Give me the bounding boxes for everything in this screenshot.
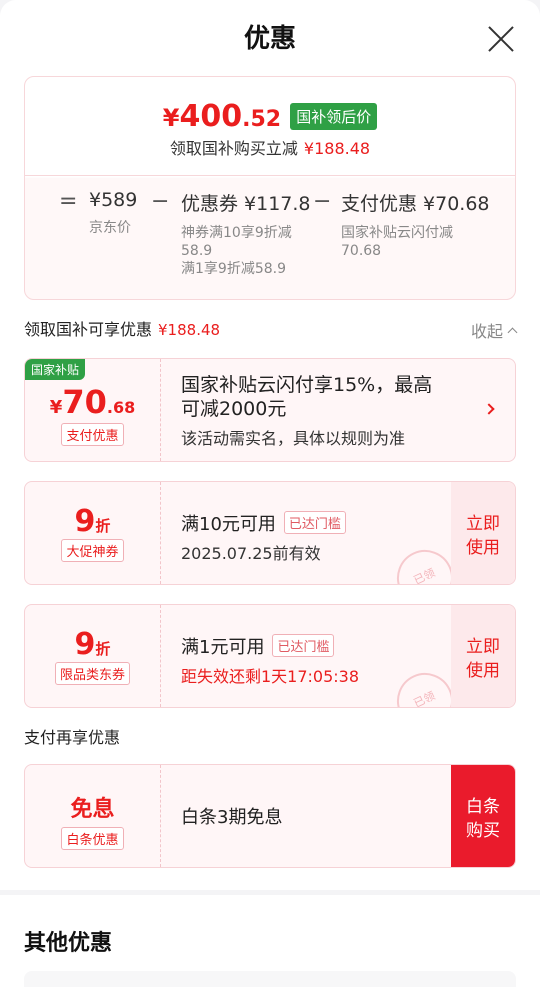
subsidy-note: 该活动需实名，具体以规则为准 bbox=[181, 429, 406, 448]
jd-price: ¥589 bbox=[89, 189, 138, 211]
savings-row: 领取国补购买立减 ¥188.48 bbox=[169, 139, 371, 158]
savings-amount: ¥188.48 bbox=[303, 139, 371, 158]
baitiao-buy-button[interactable]: 白条 购买 bbox=[451, 765, 515, 867]
minus-sign: − bbox=[313, 189, 332, 214]
coupon-type-pill: 限品类东券 bbox=[54, 662, 130, 685]
other-discounts-section: 其他优惠 bbox=[0, 895, 540, 987]
threshold-reached-badge: 已达门槛 bbox=[283, 511, 346, 534]
baitiao-pill: 白条优惠 bbox=[61, 827, 124, 850]
subsidy-desc: 国家补贴云闪付享15%，最高 可减2000元 bbox=[181, 374, 433, 420]
coupon-card-category: 9折 限品类东券 满1元可用 已达门槛 距失效还剩1天17:05:38 已领 立即… bbox=[24, 604, 516, 708]
section-pay-label: 支付再享优惠 bbox=[24, 728, 121, 747]
sheet-header: 优惠 bbox=[0, 18, 540, 60]
price-formula: = ¥589 京东价 − 优惠券 ¥117.8 神券满10享9折减 58.9 满1享… bbox=[25, 189, 515, 299]
use-now-button[interactable]: 立即 使用 bbox=[451, 605, 515, 707]
jd-price-label: 京东价 bbox=[89, 220, 131, 236]
baitiao-card: 免息 白条优惠 白条3期免息 白条 购买 bbox=[24, 764, 516, 868]
interest-free-label: 免息 bbox=[70, 797, 115, 822]
section-subsidy-label: 领取国补可享优惠 ¥188.48 bbox=[24, 320, 221, 339]
pay-discount-total: 支付优惠 ¥70.68 bbox=[341, 193, 490, 215]
discount-sheet: 优惠 ¥400.52 国补领后价 领取国补购买立减 ¥188.48 = ¥589 … bbox=[0, 0, 540, 890]
chevron-up-icon bbox=[507, 327, 518, 338]
coupon-type-pill: 大促神券 bbox=[61, 539, 124, 562]
subsidy-card[interactable]: 国家补贴 ¥70.68 支付优惠 国家补贴云闪付享15%，最高 可减2000元 该… bbox=[24, 358, 516, 462]
equals-sign: = bbox=[59, 189, 78, 214]
use-now-button[interactable]: 立即 使用 bbox=[451, 482, 515, 584]
close-icon[interactable] bbox=[486, 24, 516, 54]
other-discounts-card bbox=[24, 971, 516, 987]
minus-sign: − bbox=[151, 189, 170, 214]
price-summary: ¥400.52 国补领后价 领取国补购买立减 ¥188.48 = ¥589 京东价… bbox=[24, 76, 516, 300]
subsidy-price-tag: 国补领后价 bbox=[290, 103, 378, 130]
threshold-reached-badge: 已达门槛 bbox=[272, 634, 335, 657]
coupon-threshold: 满1元可用 bbox=[181, 637, 265, 658]
subsidy-amount: ¥70.68 bbox=[49, 383, 136, 421]
pay-discount-pill: 支付优惠 bbox=[61, 423, 124, 446]
collapse-button[interactable]: 收起 bbox=[471, 318, 518, 342]
sheet-title: 优惠 bbox=[243, 24, 296, 54]
pay-col: 支付优惠 ¥70.68 国家补贴云闪付减 70.68 bbox=[341, 189, 490, 260]
final-price: ¥400.52 bbox=[162, 99, 282, 134]
coupon-total: 优惠券 ¥117.8 bbox=[181, 193, 311, 215]
other-discounts-title: 其他优惠 bbox=[24, 931, 113, 956]
coupon-threshold: 满10元可用 bbox=[181, 514, 276, 535]
final-price-row: ¥400.52 国补领后价 bbox=[25, 99, 515, 134]
divider bbox=[25, 175, 515, 176]
coupon-col: 优惠券 ¥117.8 神券满10享9折减 58.9 满1享9折减58.9 bbox=[181, 189, 311, 278]
jd-price-col: ¥589 京东价 bbox=[89, 189, 137, 237]
coupon-card-promo: 9折 大促神券 满10元可用 已达门槛 2025.07.25前有效 已领 立即 使用 bbox=[24, 481, 516, 585]
